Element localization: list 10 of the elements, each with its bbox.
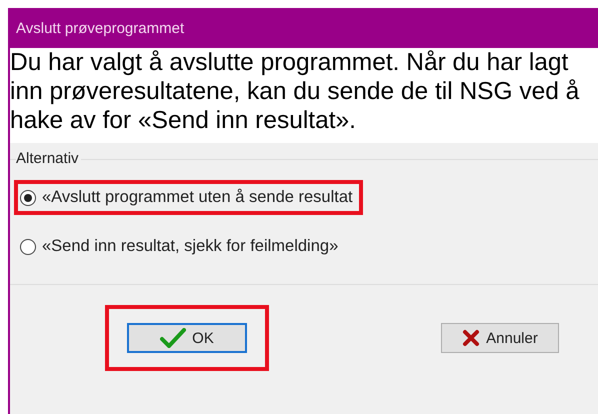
ok-button[interactable]: OK <box>127 323 247 353</box>
radio-button[interactable] <box>20 190 36 206</box>
window-title: Avslutt prøveprogrammet <box>16 20 184 36</box>
checkmark-icon <box>160 328 186 348</box>
radio-button[interactable] <box>20 238 36 254</box>
option-label[interactable]: «Avslutt programmet uten å sende resultat <box>42 188 353 207</box>
message-text: Du har valgt å avslutte programmet. Når du har lagt inn prøveresultatene, kan du sende de til NSG ved å hake av for «Send inn resultat». <box>10 48 598 143</box>
option-label[interactable]: «Send inn resultat, sjekk for feilmelding» <box>42 237 338 256</box>
cancel-button[interactable]: Annuler <box>441 323 559 353</box>
close-icon <box>462 329 480 347</box>
